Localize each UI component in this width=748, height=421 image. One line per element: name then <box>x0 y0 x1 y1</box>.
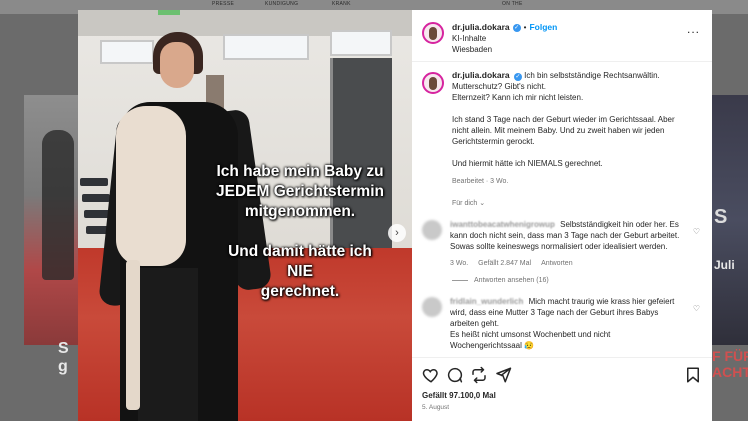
bg-label: PRESSE <box>212 1 235 7</box>
photo-window <box>330 30 392 56</box>
avatar[interactable] <box>422 22 444 44</box>
post-date[interactable]: 5. August <box>422 404 702 411</box>
post-image[interactable]: Ich habe mein Baby zu JEDEM Gerichtsterm… <box>78 10 412 421</box>
caption-text: dr.julia.dokara ✓ Ich bin selbstständige… <box>452 70 688 187</box>
verified-icon: ✓ <box>513 73 522 81</box>
photo-leg <box>138 268 198 421</box>
overlay-line: gerechnet. <box>260 283 340 300</box>
share-icon[interactable] <box>494 366 512 384</box>
comment-likes[interactable]: Gefällt 2.847 Mal <box>478 258 531 269</box>
comment-item: fridlain_wunderlich Mich macht traurig w… <box>422 296 700 351</box>
post-footer: Gefällt 97.100,0 Mal 5. August <box>412 391 712 421</box>
photo-face <box>160 42 194 88</box>
background-right-text: F FÜR ACHT <box>712 348 748 380</box>
post-header: dr.julia.dokara ✓ • Folgen KI-Inhalte Wi… <box>412 10 712 62</box>
ai-content-label[interactable]: KI-Inhalte <box>452 33 557 44</box>
heart-icon[interactable] <box>422 366 440 384</box>
background-left-text: S g <box>58 340 69 375</box>
bg-label: ON THE <box>502 1 523 7</box>
overlay-line: Ich habe mein Baby zu <box>216 163 384 180</box>
overlay-line: JEDEM Gerichtstermin <box>216 183 384 200</box>
caption-line: Ich bin selbstständige Rechtsanwältin. <box>524 71 660 80</box>
overlay-line: NIE <box>287 263 313 280</box>
image-overlay-text: Ich habe mein Baby zu JEDEM Gerichtsterm… <box>190 162 410 302</box>
avatar[interactable] <box>422 297 442 317</box>
background-right-text: S <box>714 206 728 228</box>
comment-meta: 3 Wo. Gefällt 2.847 Mal Antworten <box>450 258 680 269</box>
photo-window <box>223 34 309 60</box>
post-side-panel: dr.julia.dokara ✓ • Folgen KI-Inhalte Wi… <box>412 10 712 421</box>
photo-baby-carrier <box>116 106 186 266</box>
post-caption: dr.julia.dokara ✓ Ich bin selbstständige… <box>422 70 700 187</box>
heart-icon[interactable]: ♡ <box>693 227 700 236</box>
bg-label: KUNDIGUNG <box>265 1 299 7</box>
exit-sign <box>158 10 180 15</box>
header-info: dr.julia.dokara ✓ • Folgen KI-Inhalte Wi… <box>452 22 557 55</box>
view-replies-label: Antworten ansehen (16) <box>474 277 549 284</box>
translate-label: Für dich <box>452 200 478 207</box>
reply-button[interactable]: Antworten <box>541 258 573 269</box>
comment-body: fridlain_wunderlich Mich macht traurig w… <box>450 296 680 351</box>
separator-dot: • <box>523 23 527 32</box>
background-right-text: Juli <box>714 258 735 272</box>
caption-line: Mutterschutz? Gibt's nicht. <box>452 82 547 91</box>
comment-username[interactable]: iwanttobeacatwhenigrowup <box>450 220 555 229</box>
heart-icon[interactable]: ♡ <box>693 304 700 313</box>
chevron-down-icon: ⌄ <box>479 200 486 207</box>
overlay-line: Und damit hätte ich <box>228 243 372 260</box>
header-username[interactable]: dr.julia.dokara <box>452 22 510 33</box>
comment-text: Es heißt nicht umsonst Wochenbett und ni… <box>450 330 611 350</box>
comment-age: 3 Wo. <box>450 260 469 267</box>
comment-icon[interactable] <box>446 366 464 384</box>
location-label[interactable]: Wiesbaden <box>452 44 557 55</box>
follow-button[interactable]: Folgen <box>529 22 557 33</box>
overlay-line: mitgenommen. <box>244 203 356 220</box>
bookmark-icon[interactable] <box>684 366 702 384</box>
comment-item: iwanttobeacatwhenigrowup Selbstständigke… <box>422 219 700 269</box>
caption-paragraph: Und hiermit hätte ich NIEMALS gerechnet. <box>452 159 603 168</box>
avatar[interactable] <box>422 220 442 240</box>
background-left-figure <box>42 130 74 280</box>
more-options-icon[interactable]: ... <box>687 23 700 35</box>
likes-count[interactable]: Gefällt 97.100,0 Mal <box>422 391 702 400</box>
comments-area[interactable]: dr.julia.dokara ✓ Ich bin selbstständige… <box>412 62 712 357</box>
avatar[interactable] <box>422 72 444 94</box>
photo-carrier-strap <box>126 260 140 410</box>
post-modal: Ich habe mein Baby zu JEDEM Gerichtsterm… <box>78 10 712 421</box>
repost-icon[interactable] <box>470 366 488 384</box>
comment-body: iwanttobeacatwhenigrowup Selbstständigke… <box>450 219 680 269</box>
view-replies-button[interactable]: Antworten ansehen (16) <box>452 277 700 284</box>
caption-username[interactable]: dr.julia.dokara <box>452 70 510 80</box>
comment-username[interactable]: fridlain_wunderlich <box>450 297 523 306</box>
caption-paragraph: Ich stand 3 Tage nach der Geburt wieder … <box>452 115 675 146</box>
action-bar <box>412 357 712 391</box>
photo-window <box>100 40 154 64</box>
replies-divider <box>452 280 468 281</box>
bg-label: KRANK <box>332 1 351 7</box>
verified-icon: ✓ <box>512 23 521 32</box>
caption-line: Elternzeit? Kann ich mir nicht leisten. <box>452 93 584 102</box>
caption-meta: Bearbeitet · 3 Wo. <box>452 178 509 185</box>
translate-toggle[interactable]: Für dich ⌄ <box>452 199 700 207</box>
chevron-right-icon[interactable]: › <box>388 224 406 242</box>
